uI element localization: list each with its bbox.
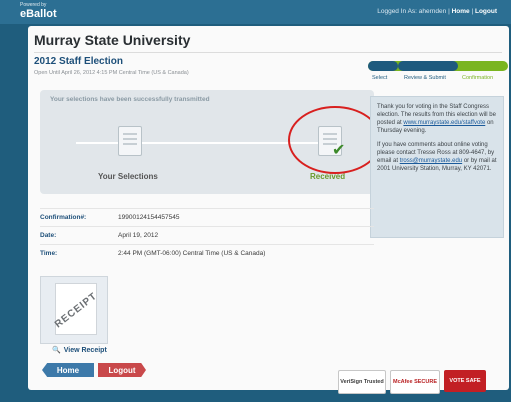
- logged-in-area: Logged In As: ahernden | Home | Logout: [377, 8, 497, 15]
- confirmation-label: Confirmation#:: [40, 214, 87, 221]
- header-home-link[interactable]: Home: [452, 8, 470, 15]
- confirmation-value: 19900124154457545: [118, 214, 180, 221]
- time-row: Time: 2:44 PM (GMT-06:00) Central Time (…: [40, 244, 374, 263]
- date-label: Date:: [40, 232, 57, 239]
- election-open-until: Open Until April 26, 2012 4:15 PM Centra…: [34, 70, 189, 76]
- selections-document-icon: [118, 126, 142, 156]
- time-value: 2:44 PM (GMT-06:00) Central Time (US & C…: [118, 250, 266, 257]
- email-link[interactable]: tross@murraystate.edu: [400, 158, 462, 164]
- your-selections-label: Your Selections: [98, 172, 158, 181]
- verisign-badge[interactable]: VeriSign Trusted: [338, 370, 386, 394]
- home-button[interactable]: Home: [42, 363, 94, 377]
- annotation-circle: [288, 106, 382, 174]
- header-separator: |: [471, 8, 474, 15]
- contact-paragraph: If you have comments about online voting…: [377, 141, 497, 173]
- step-review-segment: [398, 61, 458, 71]
- trust-badges: VeriSign Trusted McAfee SECURE VOTE SAFE: [338, 370, 486, 394]
- step-select-label: Select: [372, 75, 388, 81]
- powered-by-label: Powered by: [20, 2, 47, 8]
- receipt-thumbnail[interactable]: RECEIPT: [40, 276, 108, 344]
- transmission-message: Your selections have been successfully t…: [50, 96, 210, 103]
- time-label: Time:: [40, 250, 58, 257]
- staffvote-link[interactable]: www.murraystate.edu/staffvote: [403, 120, 485, 126]
- title-divider: [34, 52, 502, 53]
- step-review-label: Review & Submit: [404, 75, 446, 81]
- mcafee-badge[interactable]: McAfee SECURE: [390, 370, 440, 394]
- step-select-segment: [368, 61, 398, 71]
- thank-you-paragraph: Thank you for voting in the Staff Congre…: [377, 103, 497, 135]
- view-receipt-label: View Receipt: [63, 346, 107, 354]
- date-value: April 19, 2012: [118, 232, 159, 239]
- view-receipt-link[interactable]: 🔍 View Receipt: [52, 346, 107, 355]
- eballot-logo: Powered by eBallot: [20, 2, 57, 20]
- date-row: Date: April 19, 2012: [40, 226, 374, 245]
- votesafe-badge[interactable]: VOTE SAFE: [444, 370, 486, 392]
- step-confirmation-label: Confirmation: [462, 75, 494, 81]
- progress-steps: Select Review & Submit Confirmation: [368, 59, 511, 83]
- magnifier-icon: 🔍: [52, 347, 61, 354]
- thank-you-box: Thank you for voting in the Staff Congre…: [370, 96, 504, 238]
- university-title: Murray State University: [34, 32, 191, 48]
- election-title: 2012 Staff Election: [34, 56, 123, 67]
- header-logout-link[interactable]: Logout: [475, 8, 497, 15]
- confirmation-row: Confirmation#: 19900124154457545: [40, 208, 374, 227]
- logged-in-label: Logged In As: ahernden |: [377, 8, 450, 15]
- top-bar: Powered by eBallot Logged In As: ahernde…: [0, 0, 511, 24]
- brand-name: eBallot: [20, 8, 57, 20]
- main-panel: Murray State University 2012 Staff Elect…: [28, 26, 509, 390]
- logout-button[interactable]: Logout: [98, 363, 146, 377]
